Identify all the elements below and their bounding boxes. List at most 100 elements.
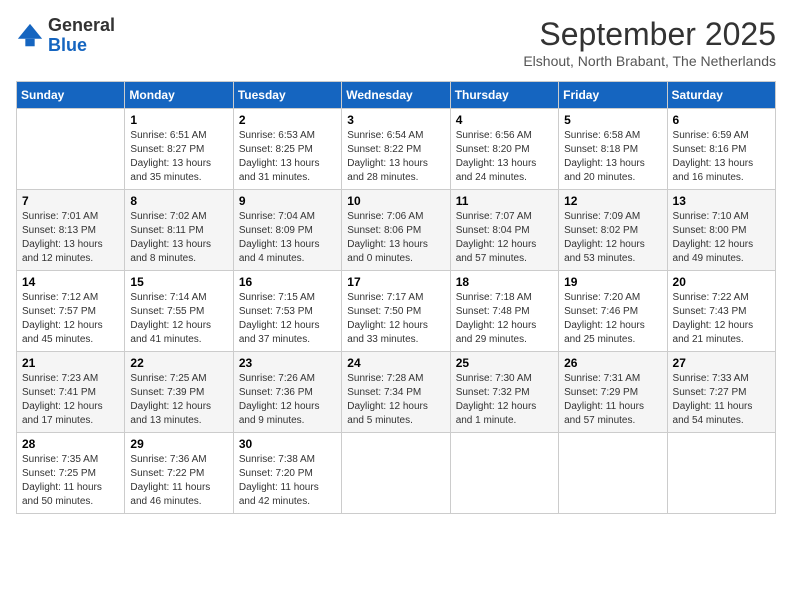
- day-info: Sunrise: 7:26 AMSunset: 7:36 PMDaylight:…: [239, 372, 336, 428]
- day-number: 2: [239, 113, 336, 127]
- day-info: Sunrise: 7:18 AMSunset: 7:48 PMDaylight:…: [456, 291, 553, 347]
- day-info: Sunrise: 7:14 AMSunset: 7:55 PMDaylight:…: [130, 291, 227, 347]
- day-number: 21: [22, 356, 119, 370]
- calendar-body: 1 Sunrise: 6:51 AMSunset: 8:27 PMDaylight…: [17, 109, 776, 514]
- day-number: 15: [130, 275, 227, 289]
- day-info: Sunrise: 7:01 AMSunset: 8:13 PMDaylight:…: [22, 210, 119, 266]
- day-number: 13: [673, 194, 770, 208]
- weekday-header: Thursday: [450, 82, 558, 109]
- calendar-week-row: 1 Sunrise: 6:51 AMSunset: 8:27 PMDaylight…: [17, 109, 776, 190]
- day-info: Sunrise: 7:20 AMSunset: 7:46 PMDaylight:…: [564, 291, 661, 347]
- calendar-cell: 25 Sunrise: 7:30 AMSunset: 7:32 PMDayligh…: [450, 352, 558, 433]
- calendar-cell: 3Sunrise: 6:54 AMSunset: 8:22 PMDaylight…: [342, 109, 450, 190]
- logo: General Blue: [16, 16, 115, 56]
- calendar-cell: 7 Sunrise: 7:01 AMSunset: 8:13 PMDaylight…: [17, 190, 125, 271]
- day-info: Sunrise: 7:07 AMSunset: 8:04 PMDaylight:…: [456, 210, 553, 266]
- day-info: Sunrise: 7:25 AMSunset: 7:39 PMDaylight:…: [130, 372, 227, 428]
- day-number: 10: [347, 194, 444, 208]
- day-number: 22: [130, 356, 227, 370]
- calendar-cell: 2 Sunrise: 6:53 AMSunset: 8:25 PMDaylight…: [233, 109, 341, 190]
- calendar-cell: [17, 109, 125, 190]
- day-number: 9: [239, 194, 336, 208]
- calendar-cell: 19Sunrise: 7:20 AMSunset: 7:46 PMDayligh…: [559, 271, 667, 352]
- weekday-header: Saturday: [667, 82, 775, 109]
- calendar-cell: 28 Sunrise: 7:35 AMSunset: 7:25 PMDayligh…: [17, 433, 125, 514]
- day-info: Sunrise: 7:22 AMSunset: 7:43 PMDaylight:…: [673, 291, 770, 347]
- day-info: Sunrise: 6:59 AMSunset: 8:16 PMDaylight:…: [673, 129, 770, 185]
- calendar-cell: 22 Sunrise: 7:25 AMSunset: 7:39 PMDayligh…: [125, 352, 233, 433]
- calendar-cell: 13Sunrise: 7:10 AMSunset: 8:00 PMDayligh…: [667, 190, 775, 271]
- day-info: Sunrise: 7:09 AMSunset: 8:02 PMDaylight:…: [564, 210, 661, 266]
- logo-icon: [16, 22, 44, 50]
- calendar-cell: 4Sunrise: 6:56 AMSunset: 8:20 PMDaylight…: [450, 109, 558, 190]
- day-number: 4: [456, 113, 553, 127]
- calendar-cell: 11 Sunrise: 7:07 AMSunset: 8:04 PMDayligh…: [450, 190, 558, 271]
- calendar-cell: 21 Sunrise: 7:23 AMSunset: 7:41 PMDayligh…: [17, 352, 125, 433]
- calendar-cell: 23Sunrise: 7:26 AMSunset: 7:36 PMDayligh…: [233, 352, 341, 433]
- calendar-cell: 9 Sunrise: 7:04 AMSunset: 8:09 PMDaylight…: [233, 190, 341, 271]
- day-number: 16: [239, 275, 336, 289]
- calendar-cell: 8Sunrise: 7:02 AMSunset: 8:11 PMDaylight…: [125, 190, 233, 271]
- day-info: Sunrise: 7:28 AMSunset: 7:34 PMDaylight:…: [347, 372, 444, 428]
- calendar-week-row: 21 Sunrise: 7:23 AMSunset: 7:41 PMDayligh…: [17, 352, 776, 433]
- calendar-week-row: 28 Sunrise: 7:35 AMSunset: 7:25 PMDayligh…: [17, 433, 776, 514]
- calendar-cell: 27Sunrise: 7:33 AMSunset: 7:27 PMDayligh…: [667, 352, 775, 433]
- day-number: 26: [564, 356, 661, 370]
- calendar-cell: 6 Sunrise: 6:59 AMSunset: 8:16 PMDaylight…: [667, 109, 775, 190]
- day-number: 24: [347, 356, 444, 370]
- day-number: 29: [130, 437, 227, 451]
- day-number: 27: [673, 356, 770, 370]
- day-info: Sunrise: 6:51 AMSunset: 8:27 PMDaylight:…: [130, 129, 227, 185]
- calendar-cell: 12Sunrise: 7:09 AMSunset: 8:02 PMDayligh…: [559, 190, 667, 271]
- calendar-cell: 24 Sunrise: 7:28 AMSunset: 7:34 PMDayligh…: [342, 352, 450, 433]
- calendar-cell: 29 Sunrise: 7:36 AMSunset: 7:22 PMDayligh…: [125, 433, 233, 514]
- calendar-header: SundayMondayTuesdayWednesdayThursdayFrid…: [17, 82, 776, 109]
- day-info: Sunrise: 7:02 AMSunset: 8:11 PMDaylight:…: [130, 210, 227, 266]
- day-number: 1: [130, 113, 227, 127]
- weekday-header: Wednesday: [342, 82, 450, 109]
- day-number: 17: [347, 275, 444, 289]
- day-number: 25: [456, 356, 553, 370]
- weekday-header: Sunday: [17, 82, 125, 109]
- day-info: Sunrise: 7:30 AMSunset: 7:32 PMDaylight:…: [456, 372, 553, 428]
- day-info: Sunrise: 7:38 AMSunset: 7:20 PMDaylight:…: [239, 453, 336, 509]
- calendar-week-row: 14 Sunrise: 7:12 AMSunset: 7:57 PMDayligh…: [17, 271, 776, 352]
- calendar-cell: 26 Sunrise: 7:31 AMSunset: 7:29 PMDayligh…: [559, 352, 667, 433]
- calendar-cell: 16 Sunrise: 7:15 AMSunset: 7:53 PMDayligh…: [233, 271, 341, 352]
- calendar-cell: [667, 433, 775, 514]
- calendar-cell: [342, 433, 450, 514]
- day-info: Sunrise: 7:23 AMSunset: 7:41 PMDaylight:…: [22, 372, 119, 428]
- logo-text: General Blue: [48, 16, 115, 56]
- day-number: 28: [22, 437, 119, 451]
- day-number: 6: [673, 113, 770, 127]
- day-info: Sunrise: 7:12 AMSunset: 7:57 PMDaylight:…: [22, 291, 119, 347]
- logo-general: General: [48, 15, 115, 35]
- weekday-row: SundayMondayTuesdayWednesdayThursdayFrid…: [17, 82, 776, 109]
- calendar-cell: [559, 433, 667, 514]
- day-info: Sunrise: 7:04 AMSunset: 8:09 PMDaylight:…: [239, 210, 336, 266]
- day-info: Sunrise: 7:31 AMSunset: 7:29 PMDaylight:…: [564, 372, 661, 428]
- day-number: 11: [456, 194, 553, 208]
- title-block: September 2025 Elshout, North Brabant, T…: [523, 16, 776, 69]
- day-info: Sunrise: 7:15 AMSunset: 7:53 PMDaylight:…: [239, 291, 336, 347]
- day-info: Sunrise: 7:17 AMSunset: 7:50 PMDaylight:…: [347, 291, 444, 347]
- day-info: Sunrise: 6:58 AMSunset: 8:18 PMDaylight:…: [564, 129, 661, 185]
- location-subtitle: Elshout, North Brabant, The Netherlands: [523, 53, 776, 69]
- calendar-cell: 5Sunrise: 6:58 AMSunset: 8:18 PMDaylight…: [559, 109, 667, 190]
- day-info: Sunrise: 7:35 AMSunset: 7:25 PMDaylight:…: [22, 453, 119, 509]
- day-number: 18: [456, 275, 553, 289]
- calendar-cell: 18 Sunrise: 7:18 AMSunset: 7:48 PMDayligh…: [450, 271, 558, 352]
- calendar-cell: 1 Sunrise: 6:51 AMSunset: 8:27 PMDaylight…: [125, 109, 233, 190]
- day-number: 20: [673, 275, 770, 289]
- calendar-cell: 10Sunrise: 7:06 AMSunset: 8:06 PMDayligh…: [342, 190, 450, 271]
- day-number: 7: [22, 194, 119, 208]
- calendar-cell: [450, 433, 558, 514]
- calendar-cell: 14 Sunrise: 7:12 AMSunset: 7:57 PMDayligh…: [17, 271, 125, 352]
- day-number: 14: [22, 275, 119, 289]
- calendar-cell: 15 Sunrise: 7:14 AMSunset: 7:55 PMDayligh…: [125, 271, 233, 352]
- month-title: September 2025: [523, 16, 776, 53]
- day-number: 30: [239, 437, 336, 451]
- day-info: Sunrise: 6:54 AMSunset: 8:22 PMDaylight:…: [347, 129, 444, 185]
- day-info: Sunrise: 7:36 AMSunset: 7:22 PMDaylight:…: [130, 453, 227, 509]
- day-info: Sunrise: 6:53 AMSunset: 8:25 PMDaylight:…: [239, 129, 336, 185]
